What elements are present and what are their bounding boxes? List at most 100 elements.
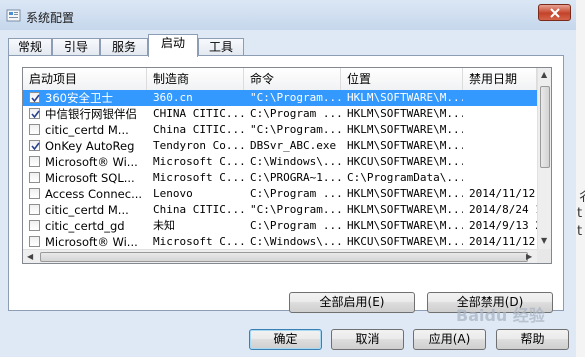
cell-startup-item: 中信银行网银伴侣 — [45, 107, 137, 121]
cell-manufacturer: Microsoft C... — [153, 235, 245, 248]
cell-manufacturer: 360.cn — [153, 91, 193, 104]
cell-disabled-date — [469, 122, 537, 138]
cell-location: C:\ProgramData\... — [347, 171, 463, 184]
startup-item-checkbox[interactable] — [29, 156, 40, 167]
cell-disabled-date: 2014/11/12 — [469, 235, 536, 248]
cell-location: HKLM\SOFTWARE\M... — [347, 203, 463, 216]
startup-item-checkbox[interactable] — [29, 124, 40, 135]
enable-all-button[interactable]: 全部启用(E) — [289, 292, 415, 313]
tab-startup[interactable]: 启动 — [148, 34, 198, 57]
table-row[interactable]: Microsoft SQL... Microsoft C... C:\PROGRA~… — [23, 170, 537, 186]
column-header-manufacturer[interactable]: 制造商 — [147, 68, 244, 90]
background-window-edge: 彳 t t — [576, 0, 585, 357]
vertical-scrollbar[interactable]: ▲ ▼ — [537, 68, 551, 249]
scroll-down-icon[interactable]: ▼ — [541, 236, 547, 245]
checkmark-icon — [31, 142, 40, 151]
table-row[interactable]: OnKey AutoReg Tendyron Co... DBSvr_ABC.exe… — [23, 138, 537, 154]
list-header: 启动项目 制造商 命令 位置 禁用日期 — [23, 68, 537, 91]
cell-location: HKLM\SOFTWARE\M... — [347, 219, 463, 232]
cell-manufacturer: Tendyron Co... — [153, 139, 245, 152]
checkmark-icon — [31, 94, 40, 103]
checkmark-icon — [31, 110, 40, 119]
column-header-startup-item[interactable]: 启动项目 — [23, 68, 147, 90]
close-button[interactable] — [538, 4, 571, 21]
cell-command: C:\Windows\... — [250, 155, 342, 168]
tab-services[interactable]: 服务 — [100, 38, 148, 56]
cell-command: C:\PROGRA~1... — [250, 171, 342, 184]
table-row[interactable]: Access Connec... Lenovo C:\Program ... HKLM… — [23, 186, 537, 202]
cell-disabled-date — [469, 154, 537, 170]
cell-command: "C:\Program... — [250, 91, 342, 104]
startup-item-checkbox[interactable] — [29, 92, 40, 103]
close-icon — [550, 8, 560, 18]
cell-startup-item: citic_certd M... — [45, 203, 129, 217]
startup-item-checkbox[interactable] — [29, 172, 40, 183]
horizontal-scroll-thumb[interactable] — [40, 252, 528, 262]
cell-startup-item: 360安全卫士 — [45, 91, 113, 105]
apply-button[interactable]: 应用(A) — [413, 329, 486, 350]
cell-manufacturer: China CITIC... — [153, 123, 245, 136]
cell-command: C:\Program ... — [250, 107, 342, 120]
cell-manufacturer: Microsoft C... — [153, 171, 245, 184]
startup-item-checkbox[interactable] — [29, 236, 40, 247]
side-glyph: 彳 — [577, 190, 585, 205]
help-button[interactable]: 帮助 — [496, 329, 569, 350]
cell-disabled-date — [469, 138, 537, 154]
cell-location: HKCU\SOFTWARE\M... — [347, 155, 463, 168]
startup-item-checkbox[interactable] — [29, 140, 40, 151]
side-glyph: t — [577, 206, 583, 221]
ok-button[interactable]: 确定 — [249, 329, 322, 350]
scroll-right-icon[interactable]: ▶ — [526, 252, 532, 261]
startup-item-checkbox[interactable] — [29, 204, 40, 215]
side-glyph: t — [577, 224, 583, 239]
cell-disabled-date: 2014/11/12 — [469, 187, 536, 200]
cell-startup-item: citic_certd M... — [45, 123, 129, 137]
table-row[interactable]: citic_certd M... China CITIC... "C:\Progra… — [23, 122, 537, 138]
startup-item-checkbox[interactable] — [29, 108, 40, 119]
horizontal-scrollbar[interactable]: ◀ ▶ — [23, 249, 537, 263]
cell-startup-item: Access Connec... — [45, 187, 143, 201]
cell-location: HKCU\SOFTWARE\M... — [347, 235, 463, 248]
cell-disabled-date: 2014/9/13 2 — [469, 219, 537, 232]
startup-item-checkbox[interactable] — [29, 188, 40, 199]
cell-command: C:\Program ... — [250, 187, 342, 200]
table-row[interactable]: 中信银行网银伴侣 CHINA CITIC... C:\Program ... HKLM… — [23, 106, 537, 122]
column-header-command[interactable]: 命令 — [244, 68, 341, 90]
cell-command: C:\Windows\... — [250, 235, 342, 248]
cell-manufacturer: CHINA CITIC... — [153, 107, 245, 120]
startup-item-checkbox[interactable] — [29, 220, 40, 231]
window-title: 系统配置 — [26, 11, 75, 25]
cell-command: DBSvr_ABC.exe — [250, 139, 337, 152]
tab-tools[interactable]: 工具 — [198, 38, 244, 56]
cell-disabled-date — [469, 170, 537, 186]
cell-location: HKLM\SOFTWARE\M... — [347, 139, 463, 152]
cell-disabled-date: 2014/8/24 1 — [469, 203, 537, 216]
cancel-button[interactable]: 取消 — [331, 329, 404, 350]
cell-command: "C:\Program... — [250, 123, 342, 136]
column-header-disabled-date[interactable]: 禁用日期 — [463, 68, 537, 90]
tab-general[interactable]: 常规 — [8, 38, 52, 56]
cell-startup-item: OnKey AutoReg — [45, 139, 135, 153]
cell-command: "C:\Program... — [250, 203, 342, 216]
cell-manufacturer: Microsoft C... — [153, 155, 245, 168]
vertical-scroll-thumb[interactable] — [540, 86, 550, 168]
startup-list[interactable]: 启动项目 制造商 命令 位置 禁用日期 360安全卫士 360.cn "C:\Pro… — [22, 67, 552, 264]
cell-manufacturer: Lenovo — [153, 187, 193, 200]
tab-boot[interactable]: 引导 — [52, 38, 100, 56]
table-row[interactable]: Microsoft® Wi... Microsoft C... C:\Windows… — [23, 154, 537, 170]
table-row[interactable]: Microsoft® Wi... Microsoft C... C:\Windows… — [23, 234, 537, 250]
table-row[interactable]: citic_certd M... China CITIC... "C:\Progra… — [23, 202, 537, 218]
table-row[interactable]: 360安全卫士 360.cn "C:\Program... HKLM\SOFTWARE… — [23, 90, 537, 106]
cell-disabled-date — [469, 106, 537, 122]
cell-disabled-date — [469, 90, 537, 106]
cell-location: HKLM\SOFTWARE\M... — [347, 91, 463, 104]
table-row[interactable]: citic_certd_gd 未知 C:\Program ... HKLM\SOFTW… — [23, 218, 537, 234]
scroll-corner — [537, 249, 551, 263]
scroll-left-icon[interactable]: ◀ — [27, 252, 33, 261]
cell-command: C:\Program ... — [250, 219, 342, 232]
title-bar[interactable]: 系统配置 — [0, 0, 585, 30]
cell-location: HKLM\SOFTWARE\M... — [347, 107, 463, 120]
scroll-up-icon[interactable]: ▲ — [541, 70, 547, 79]
msconfig-icon — [6, 9, 21, 22]
column-header-location[interactable]: 位置 — [341, 68, 463, 90]
